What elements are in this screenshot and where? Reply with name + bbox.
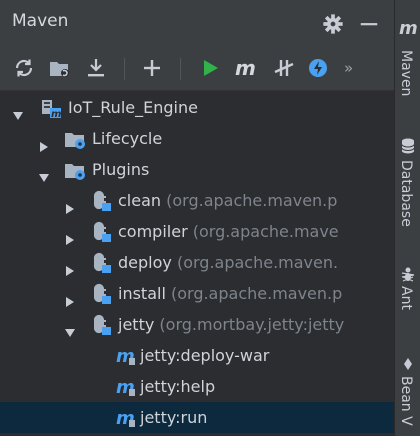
tab-maven[interactable]: Maven — [398, 50, 414, 96]
chevron-down-icon[interactable] — [38, 163, 50, 182]
chevron-right-icon[interactable] — [64, 287, 76, 307]
chevron-right-icon[interactable] — [38, 132, 50, 152]
add-icon[interactable] — [140, 56, 164, 80]
tree-row-plugin-deploy[interactable]: deploy (org.apache.maven. — [0, 247, 394, 278]
plugin-icon — [90, 190, 112, 212]
right-tool-strip: m Maven Database Ant Bean V — [394, 0, 420, 436]
maven-toolbar: m » — [0, 46, 394, 91]
toolbar-separator — [124, 58, 125, 80]
plugin-label: install (org.apache.maven.p — [118, 284, 343, 303]
maven-goal-icon: m — [116, 407, 138, 429]
svg-text:m: m — [51, 109, 61, 119]
tree-row-goal-help[interactable]: m jetty:help — [0, 371, 394, 402]
plugin-label: deploy (org.apache.maven. — [118, 253, 339, 272]
plugin-icon — [90, 221, 112, 243]
tree-row-plugins[interactable]: Plugins — [0, 154, 394, 185]
maven-goal-icon: m — [116, 376, 138, 398]
generate-sources-icon[interactable] — [48, 56, 72, 80]
maven-stripe-icon[interactable]: m — [399, 18, 418, 39]
tree-row-plugin-install[interactable]: install (org.apache.maven.p — [0, 278, 394, 309]
skip-tests-icon[interactable] — [306, 56, 330, 80]
plugins-label: Plugins — [92, 160, 150, 179]
chevron-down-icon[interactable] — [64, 318, 76, 337]
chevron-right-icon[interactable] — [64, 225, 76, 245]
toggle-offline-icon[interactable] — [272, 56, 296, 80]
goal-label: jetty:help — [140, 377, 216, 396]
chevron-right-icon[interactable] — [64, 194, 76, 214]
goal-label: jetty:deploy-war — [140, 346, 270, 365]
tab-ant[interactable]: Ant — [398, 286, 414, 310]
tree-row-goal-deploy-war[interactable]: m jetty:deploy-war — [0, 340, 394, 371]
toolbar-overflow-button[interactable]: » — [344, 56, 368, 80]
svg-text:m: m — [235, 56, 256, 80]
plugin-label: compiler (org.apache.mave — [118, 222, 339, 241]
plugin-label: clean (org.apache.maven.p — [118, 191, 338, 210]
maven-project-icon: m — [40, 97, 62, 120]
tree-row-goal-run[interactable]: m jetty:run — [0, 402, 394, 433]
project-name: IoT_Rule_Engine — [68, 98, 198, 117]
tree-row-lifecycle[interactable]: Lifecycle — [0, 123, 394, 154]
gear-icon[interactable] — [322, 13, 344, 35]
run-icon[interactable] — [198, 56, 222, 80]
plugin-label: jetty (org.mortbay.jetty:jetty — [118, 315, 345, 334]
reload-icon[interactable] — [12, 56, 36, 80]
lifecycle-folder-icon — [64, 128, 86, 150]
tree-row-plugin-jetty[interactable]: jetty (org.mortbay.jetty:jetty — [0, 309, 394, 340]
tab-bean-validation[interactable]: Bean V — [398, 376, 414, 426]
goal-label: jetty:run — [140, 408, 208, 427]
tab-database[interactable]: Database — [398, 160, 414, 227]
ant-icon — [400, 266, 416, 282]
tree-row-project[interactable]: m IoT_Rule_Engine — [0, 92, 394, 123]
plugins-folder-icon — [64, 159, 86, 181]
bean-icon — [400, 356, 416, 372]
tool-window-header: Maven — [0, 0, 394, 46]
minimize-icon[interactable] — [358, 13, 380, 35]
tool-window-title: Maven — [12, 11, 69, 31]
lifecycle-label: Lifecycle — [92, 129, 163, 148]
maven-goal-icon: m — [116, 345, 138, 367]
download-icon[interactable] — [84, 56, 108, 80]
plugin-icon — [90, 283, 112, 305]
plugin-icon — [90, 314, 112, 336]
tree-row-plugin-clean[interactable]: clean (org.apache.maven.p — [0, 185, 394, 216]
toolbar-separator — [180, 58, 181, 80]
maven-tool-window: Maven m » m IoT_Rule_Engine Lifecycle Pl… — [0, 0, 394, 436]
database-icon — [400, 138, 416, 154]
execute-goal-icon[interactable]: m — [234, 56, 258, 80]
tree-row-plugin-compiler[interactable]: compiler (org.apache.mave — [0, 216, 394, 247]
chevron-down-icon[interactable] — [12, 101, 24, 120]
plugin-icon — [90, 252, 112, 274]
chevron-right-icon[interactable] — [64, 256, 76, 276]
